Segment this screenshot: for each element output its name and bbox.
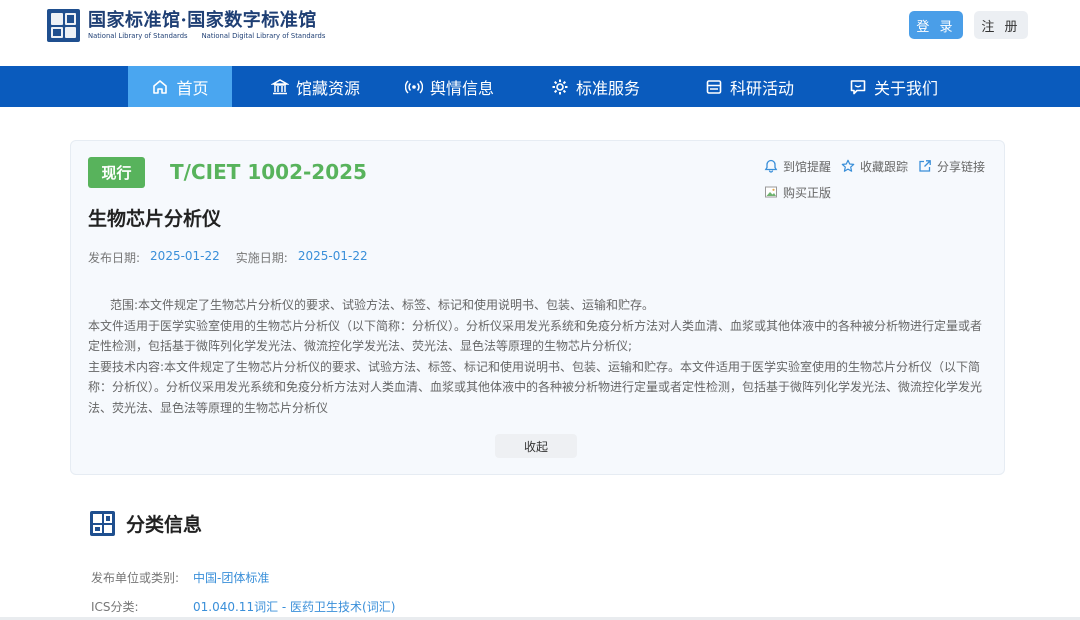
nav-item-standard-services[interactable]: 标准服务 — [551, 66, 640, 107]
follow-label: 收藏跟踪 — [860, 159, 909, 174]
share-link[interactable]: 分享链接 — [918, 158, 985, 175]
implement-date-value: 2025-01-22 — [297, 249, 368, 263]
register-button[interactable]: 注 册 — [974, 11, 1028, 39]
date-info: 发布日期: 2025-01-22 实施日期: 2025-01-22 — [88, 249, 368, 266]
ics-category-link[interactable]: 01.040.11词汇 - 医药卫生技术(词汇) — [193, 598, 395, 615]
nav-item-label: 科研活动 — [730, 78, 795, 98]
nav-item-about-us[interactable]: 关于我们 — [849, 66, 938, 107]
status-badge: 现行 — [88, 157, 145, 188]
implement-date-label: 实施日期: — [235, 251, 288, 265]
classification-title: 分类信息 — [126, 514, 203, 536]
library-icon — [271, 78, 289, 96]
star-icon — [841, 159, 855, 172]
description-main-content: 主要技术内容:本文件规定了生物芯片分析仪的要求、试验方法、标签、标记和使用说明书… — [88, 359, 983, 415]
home-icon — [151, 78, 169, 96]
nav-item-collections[interactable]: 馆藏资源 — [271, 66, 360, 107]
nav-item-public-opinion[interactable]: 舆情信息 — [405, 66, 494, 107]
site-logo[interactable]: 国家标准馆·国家数字标准馆 National Library of Standa… — [47, 9, 325, 42]
nav-item-label: 标准服务 — [576, 78, 641, 98]
gear-icon — [551, 78, 569, 96]
description-applicability: 本文件适用于医学实验室使用的生物芯片分析仪（以下简称：分析仪）。分析仪采用发光系… — [88, 318, 983, 354]
nav-item-label: 舆情信息 — [430, 78, 495, 98]
standard-actions: 到馆提醒 收藏跟踪 分享链接 购买正版 — [764, 157, 1000, 201]
research-icon — [705, 78, 723, 96]
classification-icon — [90, 511, 115, 536]
publish-date-label: 发布日期: — [88, 251, 141, 265]
logo-english-name-right: National Digital Library of Standards — [201, 32, 326, 40]
logo-english-name-left: National Library of Standards — [88, 32, 188, 40]
standard-title: 生物芯片分析仪 — [88, 208, 222, 230]
chat-icon — [849, 78, 867, 96]
share-icon — [919, 160, 931, 172]
site-header: 国家标准馆·国家数字标准馆 National Library of Standa… — [0, 0, 1080, 66]
nav-item-label: 馆藏资源 — [296, 78, 361, 98]
publish-date-value: 2025-01-22 — [150, 249, 220, 263]
library-logo-icon — [47, 9, 80, 42]
follow-link[interactable]: 收藏跟踪 — [841, 158, 908, 175]
standard-code: T/CIET 1002-2025 — [170, 160, 367, 184]
bell-icon — [764, 159, 778, 173]
info-label: 发布单位或类别: — [91, 571, 180, 585]
broadcast-icon — [405, 78, 423, 96]
info-row-ics: ICS分类: 01.040.11词汇 - 医药卫生技术(词汇) — [91, 598, 395, 615]
standard-description: 范围:本文件规定了生物芯片分析仪的要求、试验方法、标签、标记和使用说明书、包装、… — [88, 295, 988, 418]
share-label: 分享链接 — [937, 159, 986, 174]
nav-item-home[interactable]: 首页 — [128, 66, 232, 107]
info-label: ICS分类: — [91, 600, 139, 614]
image-icon — [765, 186, 777, 198]
collapse-button[interactable]: 收起 — [495, 434, 577, 458]
publisher-category-link[interactable]: 中国-团体标准 — [193, 569, 269, 586]
arrival-reminder-label: 到馆提醒 — [783, 159, 832, 174]
buy-original-link[interactable]: 购买正版 — [764, 184, 831, 201]
standard-detail-card: 现行 T/CIET 1002-2025 生物芯片分析仪 发布日期: 2025-0… — [70, 140, 1005, 475]
nav-item-label: 首页 — [176, 78, 209, 98]
login-button[interactable]: 登 录 — [909, 11, 963, 39]
nav-item-label: 关于我们 — [874, 78, 939, 98]
buy-original-label: 购买正版 — [783, 185, 832, 200]
info-row-publisher: 发布单位或类别: 中国-团体标准 — [91, 569, 269, 586]
classification-header: 分类信息 — [90, 510, 202, 537]
description-scope: 范围:本文件规定了生物芯片分析仪的要求、试验方法、标签、标记和使用说明书、包装、… — [110, 298, 655, 312]
arrival-reminder-link[interactable]: 到馆提醒 — [764, 158, 831, 175]
nav-item-research[interactable]: 科研活动 — [705, 66, 794, 107]
main-nav: 首页 馆藏资源 舆情信息 标准服务 科研活动 关于我们 — [0, 66, 1080, 107]
logo-chinese-name: 国家标准馆·国家数字标准馆 — [88, 10, 317, 31]
